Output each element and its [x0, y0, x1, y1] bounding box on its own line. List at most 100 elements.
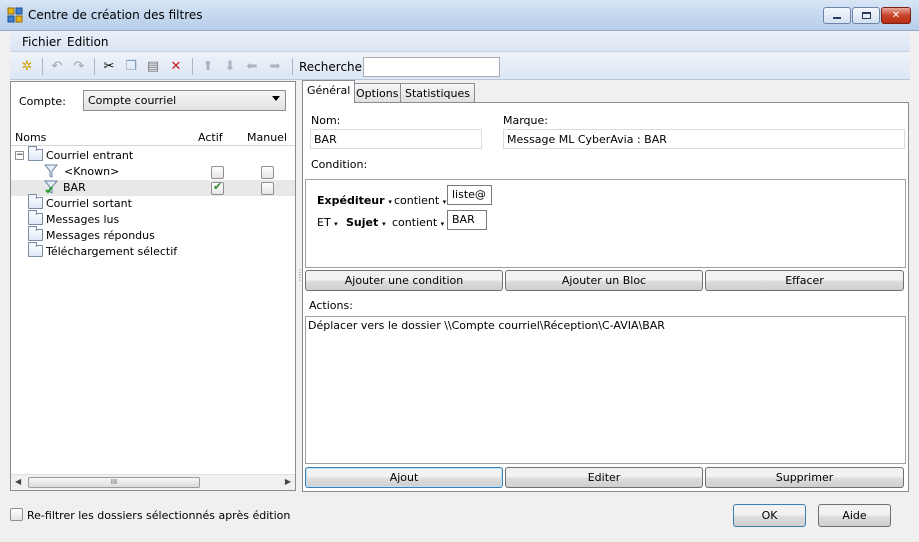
tab-general[interactable]: Général [302, 80, 356, 103]
menu-bar: Fichier Edition [10, 32, 910, 52]
folder-icon [28, 194, 43, 209]
close-icon: ✕ [891, 10, 901, 21]
tree-item-label: Courriel entrant [46, 149, 134, 162]
folder-icon [28, 242, 43, 257]
copy-icon: ❐ [125, 58, 137, 74]
arrow-up-icon: ⬆ [202, 58, 214, 74]
move-right-button[interactable]: ➡ [266, 57, 284, 75]
collapse-icon[interactable]: − [15, 151, 24, 160]
minimize-button[interactable] [823, 7, 851, 24]
cond1-value-input[interactable]: liste@ [447, 185, 492, 205]
dropdown-arrow-icon: ▾ [382, 220, 386, 228]
cond1-field: Expéditeur [317, 194, 385, 207]
move-down-button[interactable]: ⬇ [221, 57, 239, 75]
help-button[interactable]: Aide [818, 504, 891, 527]
cond2-join: ET [317, 216, 331, 229]
tree-item-known[interactable]: <Known> [11, 164, 295, 180]
horizontal-scrollbar[interactable]: ◀ III ▶ [11, 474, 295, 490]
undo-button[interactable]: ↶ [48, 57, 66, 75]
scissors-icon: ✂ [103, 58, 115, 74]
add-condition-button[interactable]: Ajouter une condition [305, 270, 503, 291]
name-label: Nom: [311, 114, 341, 127]
tab-options[interactable]: Options [351, 83, 404, 102]
action-item[interactable]: Déplacer vers le dossier \\Compte courri… [308, 319, 665, 332]
maximize-button[interactable] [852, 7, 880, 24]
tree-item-label: Courriel sortant [46, 197, 132, 210]
funnel-star-icon: ✲ [21, 58, 33, 74]
tree-item-selective[interactable]: Téléchargement sélectif [11, 242, 295, 260]
search-label: Rechercher [299, 60, 367, 74]
chevron-down-icon [272, 96, 280, 101]
cond1-field-menu[interactable]: Expéditeur ▾ [317, 194, 392, 207]
active-checkbox[interactable] [211, 166, 224, 179]
tree-header: Noms Actif Manuel [11, 129, 295, 146]
toolbar-separator [292, 58, 293, 75]
ok-button[interactable]: OK [733, 504, 806, 527]
redo-button[interactable]: ↷ [70, 57, 88, 75]
scroll-thumb[interactable]: III [28, 477, 200, 488]
funnel-check-icon [44, 180, 58, 194]
cond2-op-menu[interactable]: contient ▾ [392, 216, 444, 229]
tree-item-label: <Known> [64, 165, 120, 178]
tree-item-outgoing[interactable]: Courriel sortant [11, 194, 295, 212]
menu-file[interactable]: Fichier [22, 35, 61, 49]
condition-editor: Expéditeur ▾ contient ▾ liste@ ET ▾ Suje… [305, 179, 906, 268]
refilter-checkbox[interactable] [10, 508, 23, 521]
column-manual[interactable]: Manuel [247, 131, 287, 144]
manual-checkbox[interactable] [261, 182, 274, 195]
cond2-value-input[interactable]: BAR [447, 210, 487, 230]
toolbar-separator [42, 58, 43, 75]
toolbar-separator [94, 58, 95, 75]
actions-label: Actions: [309, 299, 353, 312]
manual-checkbox[interactable] [261, 166, 274, 179]
tree-item-read[interactable]: Messages lus [11, 210, 295, 228]
menu-edit[interactable]: Edition [67, 35, 109, 49]
tree-item-label: BAR [63, 181, 86, 194]
cond2-join-menu[interactable]: ET ▾ [317, 216, 338, 229]
title-bar: Centre de création des filtres ✕ [0, 0, 919, 31]
new-filter-button[interactable]: ✲ [18, 57, 36, 75]
cond1-op-menu[interactable]: contient ▾ [394, 194, 446, 207]
toolbar: ✲ ↶ ↷ ✂ ❐ ▤ ✕ ⬆ ⬇ ⬅ ➡ Rechercher [10, 53, 910, 80]
paste-button[interactable]: ▤ [144, 57, 162, 75]
delete-action-button[interactable]: Supprimer [705, 467, 904, 488]
tree-item-label: Messages répondus [46, 229, 155, 242]
active-checkbox[interactable] [211, 180, 224, 195]
cond2-field-menu[interactable]: Sujet ▾ [346, 216, 386, 229]
paste-icon: ▤ [146, 58, 160, 74]
tree-item-bar[interactable]: BAR [11, 180, 295, 196]
filter-tree-panel: Compte: Compte courriel Noms Actif Manue… [10, 81, 296, 491]
move-up-button[interactable]: ⬆ [199, 57, 217, 75]
column-active[interactable]: Actif [198, 131, 223, 144]
move-left-button[interactable]: ⬅ [243, 57, 261, 75]
search-input[interactable] [363, 57, 500, 77]
account-select[interactable]: Compte courriel [83, 90, 286, 111]
arrow-right-icon: ➡ [269, 58, 281, 74]
dropdown-arrow-icon: ▾ [442, 198, 447, 206]
delete-button[interactable]: ✕ [167, 57, 185, 75]
add-block-button[interactable]: Ajouter un Bloc [505, 270, 703, 291]
filter-app-icon [7, 7, 23, 23]
tree-item-label: Messages lus [46, 213, 120, 226]
close-button[interactable]: ✕ [881, 7, 911, 24]
splitter-handle[interactable]: ⋮ ⋮ [296, 269, 304, 290]
cond2-field: Sujet [346, 216, 379, 229]
tab-statistics[interactable]: Statistiques [400, 83, 475, 102]
folder-icon [28, 146, 43, 161]
cut-button[interactable]: ✂ [100, 57, 118, 75]
edit-action-button[interactable]: Editer [505, 467, 703, 488]
clear-button[interactable]: Effacer [705, 270, 904, 291]
name-field[interactable]: BAR [310, 129, 482, 149]
tree-item-replied[interactable]: Messages répondus [11, 226, 295, 244]
tree-item-incoming[interactable]: − Courriel entrant [11, 146, 295, 164]
copy-button[interactable]: ❐ [122, 57, 140, 75]
scroll-right-icon[interactable]: ▶ [285, 477, 291, 486]
mark-field[interactable]: Message ML CyberAvia : BAR [503, 129, 905, 149]
column-name[interactable]: Noms [15, 131, 46, 144]
toolbar-separator [192, 58, 193, 75]
window-title: Centre de création des filtres [28, 8, 203, 22]
scroll-left-icon[interactable]: ◀ [15, 477, 21, 486]
folder-icon [28, 226, 43, 241]
general-tab-panel: Nom: BAR Marque: Message ML CyberAvia : … [302, 102, 909, 492]
add-action-button[interactable]: Ajout [305, 467, 503, 488]
